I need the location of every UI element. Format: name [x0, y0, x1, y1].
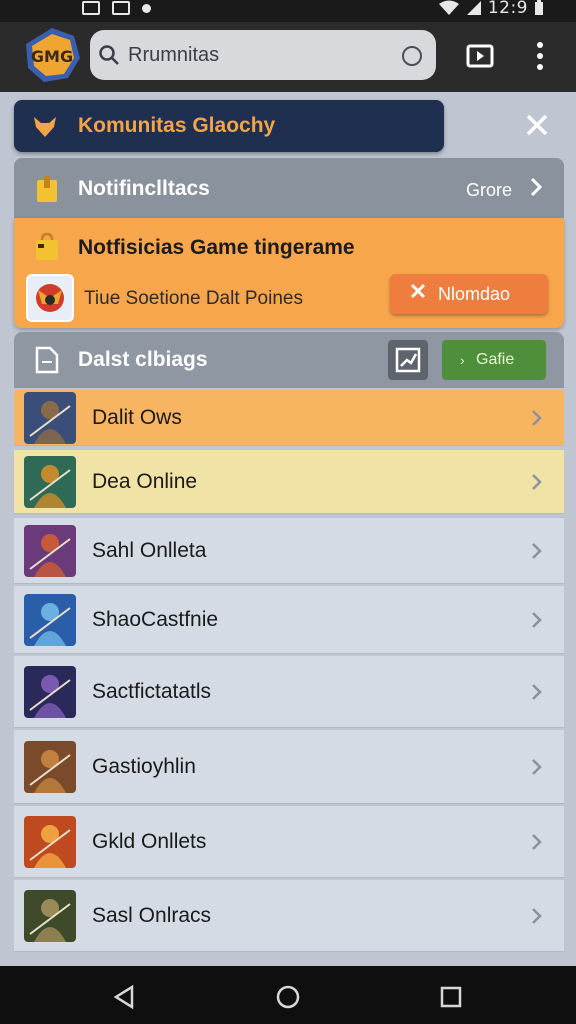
game-list-item[interactable]: Sactfictatatls [14, 656, 564, 728]
game-filter-label: Gafie [476, 351, 515, 368]
game-list-item[interactable]: Gastioyhlin [14, 730, 564, 804]
game-list-item[interactable]: Dea Online [14, 450, 564, 514]
notifications-header[interactable]: Notifinclltacs Grore [14, 158, 564, 218]
recents-icon[interactable] [438, 984, 464, 1010]
status-bar: 12:9 [0, 0, 576, 22]
notifications-title: Notifinclltacs [78, 177, 210, 200]
game-thumbnail [24, 666, 76, 718]
search-input[interactable]: Rrumnitas [128, 44, 219, 67]
more-vert-icon[interactable] [532, 42, 548, 72]
wifi-icon [438, 0, 459, 15]
screenshot-icon [112, 1, 130, 15]
game-thumbnail [24, 456, 76, 508]
game-list-item-label: Gkld Onllets [92, 830, 207, 853]
game-list-item[interactable]: ShaoCastfnie [14, 586, 564, 654]
game-thumbnail [24, 890, 76, 942]
game-list-item-label: Gastioyhlin [92, 755, 196, 778]
game-list-item-label: Sasl Onlracs [92, 904, 212, 927]
chevron-right-icon [532, 834, 542, 850]
game-list-title: Dalst clbiags [78, 348, 208, 371]
notification-card-title: Notfisicias Game tingerame [78, 236, 355, 259]
trophy-icon [37, 176, 57, 202]
back-icon[interactable] [112, 984, 138, 1010]
app-bar: GMG Rrumnitas [0, 22, 576, 92]
game-list-item-label: Dalit Ows [92, 406, 182, 429]
game-list-item-label: ShaoCastfnie [92, 608, 219, 631]
notification-card[interactable]: Notfisicias Game tingerame Tiue Soetione… [14, 218, 564, 328]
game-thumbnail [24, 741, 76, 793]
game-list-item[interactable]: Gkld Onllets [14, 806, 564, 878]
search-icon [99, 45, 119, 65]
search-bar[interactable]: Rrumnitas [90, 30, 436, 80]
chart-icon [395, 347, 421, 373]
cast-icon[interactable] [466, 44, 494, 68]
document-icon [35, 346, 59, 374]
game-thumbnail [24, 594, 76, 646]
game-list-header: Dalst clbiags › Gafie [14, 332, 564, 388]
chart-button[interactable] [388, 340, 428, 380]
chevron-right-icon: › [460, 352, 465, 368]
status-time: 12:9 [487, 0, 528, 18]
close-icon [410, 283, 426, 299]
signal-icon [466, 1, 481, 15]
banner-title: Komunitas Glaochy [78, 114, 276, 137]
dot-icon [142, 3, 151, 13]
navigation-bar [0, 966, 576, 1024]
mic-icon[interactable] [402, 46, 422, 66]
main-content: Komunitas Glaochy Notifinclltacs Grore N… [0, 92, 576, 966]
close-icon[interactable] [524, 112, 550, 138]
game-list-item[interactable]: Sahl Onlleta [14, 518, 564, 584]
chevron-right-icon [532, 612, 542, 628]
chevron-right-icon [532, 410, 542, 426]
dismiss-button[interactable]: Nlomdao [390, 274, 548, 314]
battery-icon [535, 0, 543, 15]
notifications-more-link[interactable]: Grore [466, 180, 512, 201]
game-filter-button[interactable]: › Gafie [442, 340, 546, 380]
game-list-item-label: Sahl Onlleta [92, 539, 207, 562]
notification-card-text: Tiue Soetione Dalt Poines [84, 288, 303, 309]
player-avatar-icon [36, 284, 64, 312]
game-list-item[interactable]: Dalit Ows [14, 390, 564, 446]
game-list-item[interactable]: Sasl Onlracs [14, 880, 564, 952]
game-thumbnail [24, 816, 76, 868]
chevron-right-icon [532, 908, 542, 924]
home-icon[interactable] [275, 984, 301, 1010]
avatar [26, 274, 74, 322]
chevron-right-icon [532, 684, 542, 700]
app-logo[interactable]: GMG [22, 26, 82, 84]
fox-icon [34, 117, 56, 137]
chevron-right-icon[interactable] [528, 176, 544, 198]
logo-text: GMG [31, 47, 73, 66]
game-thumbnail [24, 525, 76, 577]
game-thumbnail [24, 392, 76, 444]
chevron-right-icon [532, 474, 542, 490]
game-list-item-label: Dea Online [92, 470, 198, 493]
dismiss-button-label: Nlomdao [438, 284, 511, 304]
bag-icon [36, 232, 58, 260]
chevron-right-icon [532, 543, 542, 559]
chevron-right-icon [532, 759, 542, 775]
gallery-icon [82, 1, 100, 15]
game-list-item-label: Sactfictatatls [92, 680, 212, 703]
community-banner[interactable]: Komunitas Glaochy [14, 100, 444, 152]
